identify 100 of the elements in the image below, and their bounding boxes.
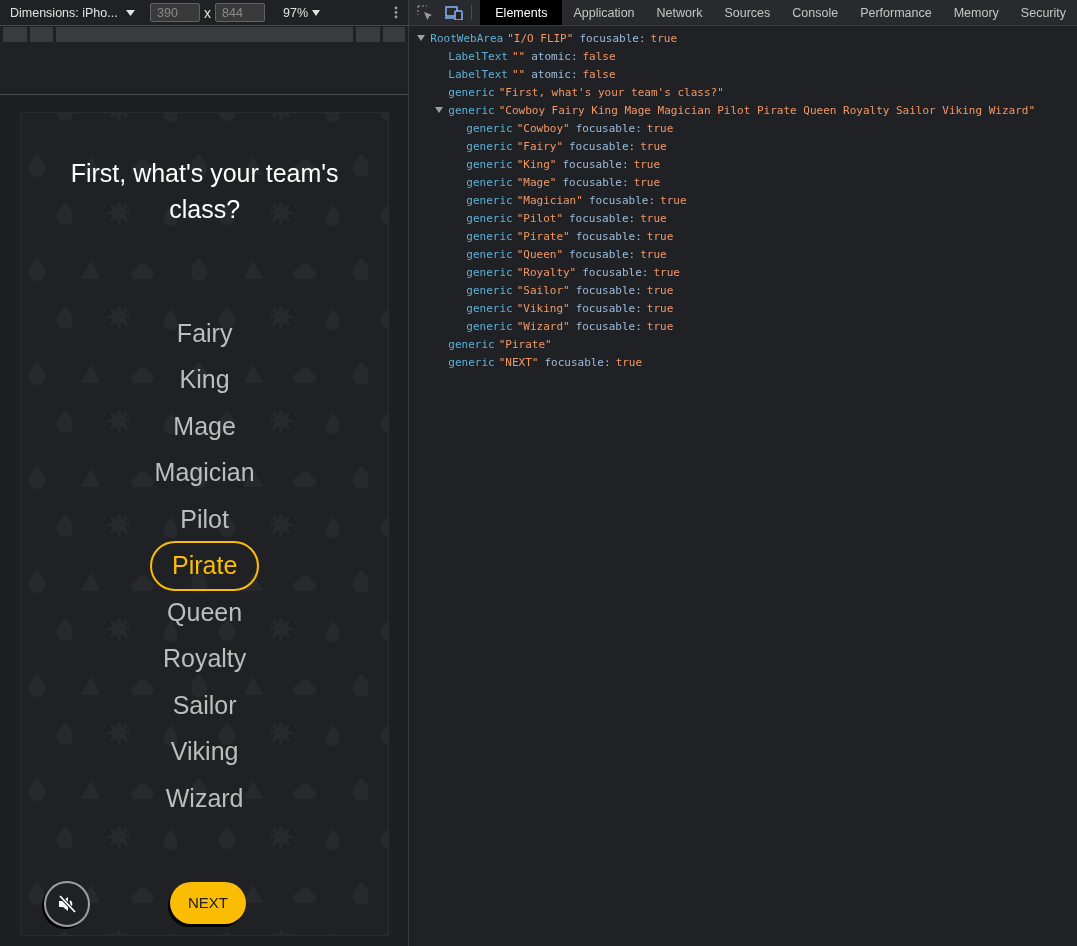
devtools-tab[interactable]: Security: [1009, 0, 1077, 25]
mute-icon: [57, 894, 77, 914]
property-value: true: [646, 121, 674, 135]
class-option[interactable]: Pirate: [150, 540, 260, 591]
property-value: true: [646, 283, 674, 297]
property-value: false: [582, 49, 616, 63]
node-name: "Fairy": [516, 139, 563, 153]
class-option[interactable]: Wizard: [143, 775, 266, 822]
property-name: focusable:: [588, 193, 656, 207]
class-option[interactable]: King: [157, 356, 252, 403]
property-value: true: [633, 175, 661, 189]
device-toolbar-icon[interactable]: [445, 5, 464, 20]
node-role[interactable]: generic: [448, 355, 495, 369]
node-name: "Wizard": [516, 319, 570, 333]
node-role[interactable]: generic: [466, 247, 513, 261]
property-value: true: [640, 247, 667, 261]
property-name: focusable:: [575, 229, 642, 243]
property-name: focusable:: [575, 283, 642, 297]
node-role[interactable]: generic: [466, 121, 513, 135]
property-name: focusable:: [582, 265, 649, 279]
zoom-dropdown[interactable]: 97%: [283, 5, 309, 20]
property-value: true: [646, 229, 674, 243]
node-role[interactable]: RootWebArea: [430, 31, 504, 45]
class-option[interactable]: Sailor: [150, 682, 259, 729]
node-role[interactable]: generic: [466, 211, 513, 225]
class-option[interactable]: Magician: [132, 449, 277, 496]
node-role[interactable]: generic: [466, 229, 513, 243]
class-option[interactable]: Viking: [148, 728, 261, 775]
property-value: true: [615, 355, 643, 369]
node-role[interactable]: generic: [466, 265, 513, 279]
devtools-tab[interactable]: Performance: [849, 0, 943, 25]
node-name: "Pilot": [516, 211, 563, 225]
question-heading: First, what's your team's class?: [69, 158, 340, 225]
node-name: "": [511, 67, 526, 81]
inspect-icon[interactable]: [417, 4, 434, 21]
property-value: false: [582, 67, 616, 81]
property-name: focusable:: [569, 211, 636, 225]
expanded-triangle-icon[interactable]: [416, 33, 427, 43]
node-name: "Viking": [516, 301, 570, 315]
property-name: focusable:: [562, 157, 629, 171]
node-name: "First, what's your team's class?": [498, 85, 724, 99]
property-name: focusable:: [569, 139, 636, 153]
property-name: focusable:: [575, 301, 642, 315]
class-option[interactable]: Fairy: [154, 310, 255, 357]
times-sign: x: [204, 4, 211, 21]
devtools-tab[interactable]: Network: [645, 0, 714, 25]
devtools-tab[interactable]: Sources: [713, 0, 782, 25]
node-name: "Pirate": [516, 229, 570, 243]
node-name: "Cowboy": [516, 121, 570, 135]
class-option[interactable]: Queen: [145, 589, 265, 636]
node-role[interactable]: generic: [466, 319, 513, 333]
node-role[interactable]: generic: [448, 337, 495, 351]
node-role[interactable]: generic: [466, 157, 513, 171]
node-name: "": [511, 49, 526, 63]
node-role[interactable]: generic: [466, 283, 513, 297]
node-name: "Queen": [516, 247, 563, 261]
property-name: focusable:: [575, 121, 642, 135]
device-dropdown[interactable]: Dimensions: iPho...: [10, 5, 118, 20]
devtools-tab[interactable]: Elements: [480, 0, 563, 25]
expanded-triangle-icon[interactable]: [434, 105, 445, 115]
class-option[interactable]: Mage: [151, 403, 258, 450]
node-role[interactable]: generic: [466, 193, 513, 207]
property-value: true: [633, 157, 661, 171]
property-value: true: [650, 31, 678, 45]
devtools-tab[interactable]: Application: [562, 0, 646, 25]
property-value: true: [640, 211, 667, 225]
property-name: focusable:: [579, 31, 646, 45]
node-name: "Royalty": [516, 265, 577, 279]
node-role[interactable]: generic: [466, 175, 513, 189]
node-role[interactable]: generic: [448, 85, 495, 99]
property-name: focusable:: [544, 355, 611, 369]
node-name: "Mage": [516, 175, 557, 189]
property-name: atomic:: [531, 49, 578, 63]
node-role[interactable]: generic: [448, 103, 495, 117]
more-icon[interactable]: [394, 6, 399, 19]
node-role[interactable]: generic: [466, 139, 513, 153]
node-name: "I/O FLIP": [507, 31, 574, 45]
node-name: "King": [516, 157, 557, 171]
property-value: true: [660, 193, 687, 207]
node-name: "Magician": [516, 193, 583, 207]
property-name: focusable:: [569, 247, 636, 261]
property-name: focusable:: [575, 319, 642, 333]
property-value: true: [646, 301, 674, 315]
property-name: atomic:: [531, 67, 578, 81]
node-role[interactable]: LabelText: [448, 67, 508, 81]
caret-icon: [125, 9, 135, 16]
node-name: "Cowboy Fairy King Mage Magician Pilot Pirate Queen Royalty Sailor Viking Wizard": [498, 103, 1036, 117]
devtools-tab[interactable]: Console: [781, 0, 850, 25]
node-role[interactable]: generic: [466, 301, 513, 315]
node-name: "Sailor": [516, 283, 570, 297]
property-name: focusable:: [562, 175, 629, 189]
property-value: true: [646, 319, 674, 333]
caret-icon: [312, 9, 321, 16]
node-name: "Pirate": [498, 337, 552, 351]
node-role[interactable]: LabelText: [448, 49, 508, 63]
devtools-tab[interactable]: Memory: [942, 0, 1010, 25]
property-value: true: [640, 139, 667, 153]
class-option[interactable]: Pilot: [158, 496, 251, 543]
class-option[interactable]: Royalty: [140, 635, 269, 682]
property-value: true: [653, 265, 680, 279]
